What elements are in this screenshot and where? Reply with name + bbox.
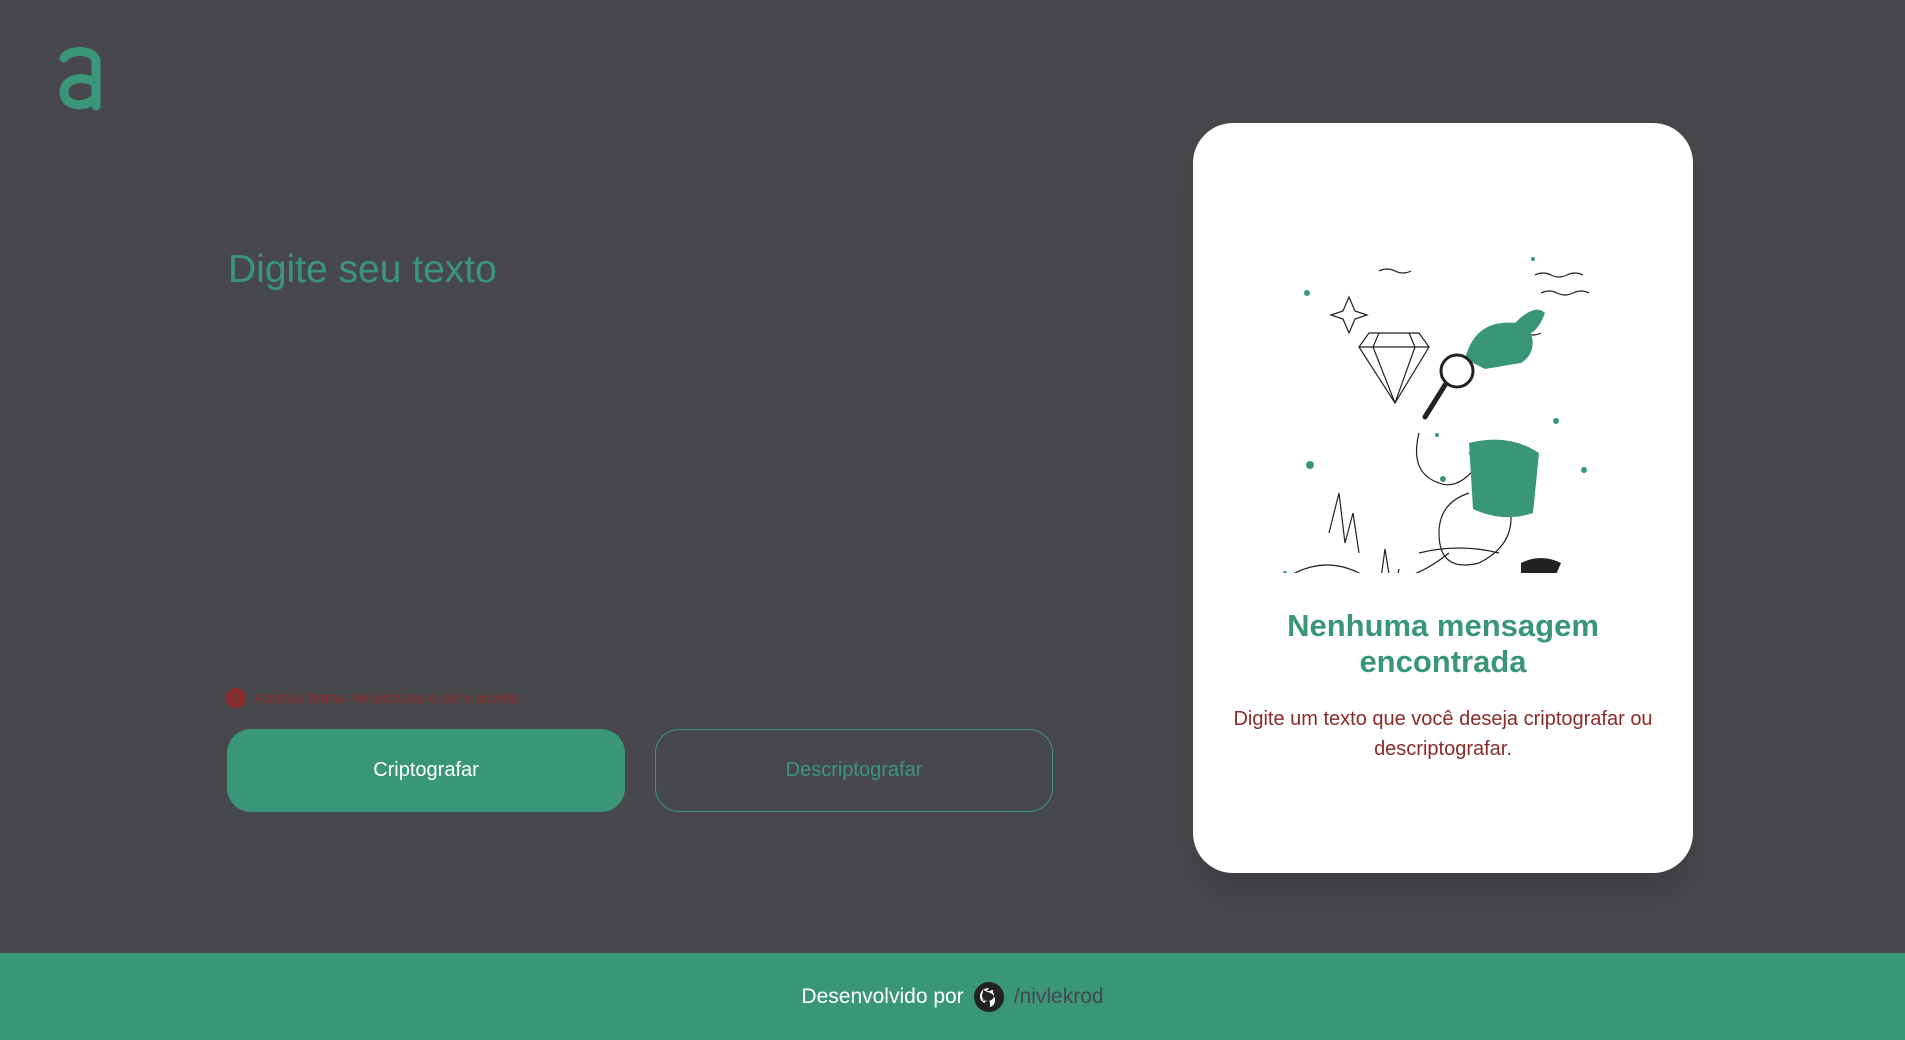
footer-text: Desenvolvido por bbox=[801, 984, 964, 1008]
logo bbox=[59, 47, 101, 111]
github-profile-link[interactable]: /nivlekrod bbox=[1014, 985, 1104, 1009]
hint-text: Apenas letras minúsculas e sem acento bbox=[254, 689, 520, 707]
output-title: Nenhuma mensagem encontrada bbox=[1287, 608, 1599, 679]
output-card: Nenhuma mensagem encontrada Digite um te… bbox=[1193, 123, 1693, 873]
decrypt-button[interactable]: Descriptografar bbox=[655, 729, 1053, 812]
encrypt-button[interactable]: Criptografar bbox=[227, 729, 625, 812]
alert-circle-icon: ! bbox=[226, 688, 246, 708]
person-with-magnifying-glass-illustration bbox=[1283, 257, 1590, 573]
message-input[interactable] bbox=[228, 248, 1048, 668]
github-icon[interactable] bbox=[973, 981, 1004, 1012]
text-input-area bbox=[228, 248, 1048, 668]
footer: Desenvolvido por /nivlekrod bbox=[0, 953, 1905, 1040]
input-hint: ! Apenas letras minúsculas e sem acento bbox=[226, 688, 519, 708]
output-description: Digite um texto que você deseja criptogr… bbox=[1233, 708, 1653, 760]
